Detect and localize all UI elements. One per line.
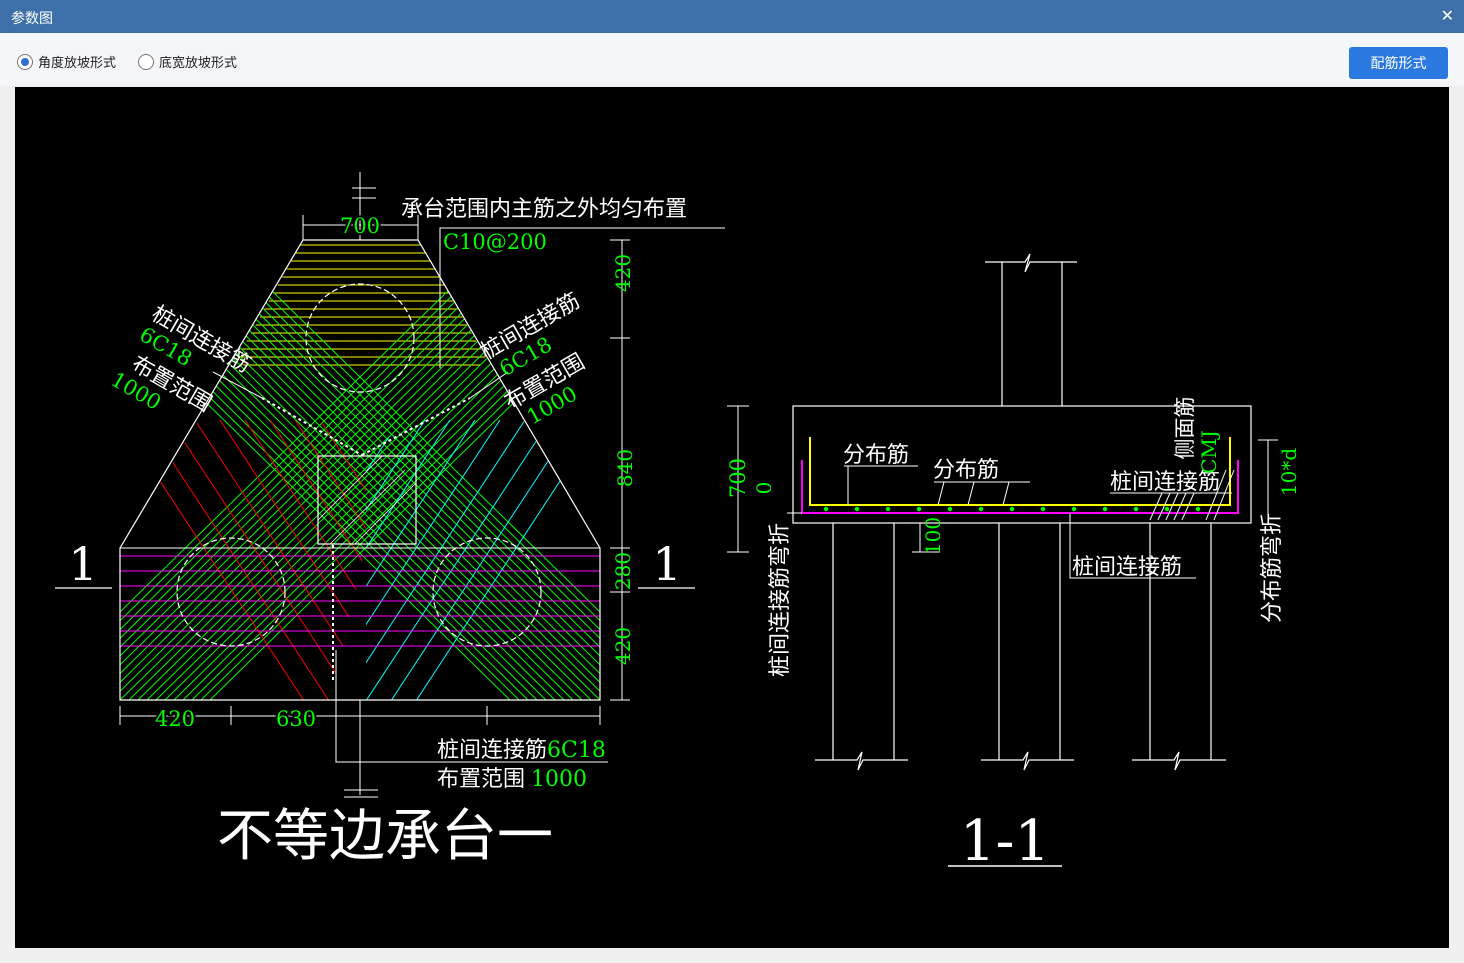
dist-bar-label-1: 分布筋 xyxy=(843,443,909,468)
side-bar-label: 侧面筋 xyxy=(1173,397,1197,460)
drawing-canvas: 1 1 700 420 840 280 420 420 630 承台范围内主筋之… xyxy=(15,87,1449,948)
dim-top: 700 xyxy=(340,214,380,238)
left-range-label: 布置范围 1000 xyxy=(107,352,216,418)
dim-bottom-2: 630 xyxy=(276,707,316,731)
dim-right-4: 420 xyxy=(611,627,635,665)
section-height: 700 xyxy=(726,458,750,498)
top-yellow-rebar xyxy=(236,244,487,366)
bottom-range-label: 布置范围 1000 xyxy=(437,767,587,792)
radio-unselected-icon xyxy=(138,53,154,70)
radio-slope-angle-label: 角度放坡形式 xyxy=(38,56,117,71)
bottom-border xyxy=(0,948,1464,963)
rebar-form-button[interactable]: 配筋形式 xyxy=(1349,47,1448,79)
magenta-rebar xyxy=(120,555,600,647)
bottom-pile-bar-label: 桩间连接筋6C18 xyxy=(437,738,606,763)
plan-view: 1 1 700 420 840 280 420 420 630 承台范围内主筋之… xyxy=(55,172,725,869)
section-mark-right: 1 xyxy=(652,537,681,591)
dist-bar-label-2: 分布筋 xyxy=(933,458,999,483)
title-bar: 参数图 ✕ xyxy=(0,0,1464,33)
right-vertical-label: 分布筋弯折 xyxy=(1260,513,1285,623)
radio-slope-width[interactable]: 底宽放坡形式 xyxy=(138,52,237,71)
top-note: 承台范围内主筋之外均匀布置 xyxy=(401,197,687,222)
radio-slope-width-label: 底宽放坡形式 xyxy=(159,56,238,71)
dim-bottom-1: 420 xyxy=(155,707,195,731)
left-vertical-label: 桩间连接筋弯折 xyxy=(768,523,793,677)
section-mark-left: 1 xyxy=(68,537,97,591)
dim-right-1: 420 xyxy=(611,254,635,292)
section-cover: 0 xyxy=(752,482,776,495)
radio-selected-icon xyxy=(17,53,33,70)
top-spacing: C10@200 xyxy=(443,230,547,254)
dim-right-2: 840 xyxy=(613,449,637,487)
section-view: 700 0 100 10*d 分布筋 分布筋 桩间连接筋 桩间连接筋 侧面筋 C… xyxy=(726,253,1301,874)
bend-length: 10*d xyxy=(1277,448,1301,496)
side-bar-code: CMJ xyxy=(1197,430,1221,474)
close-icon[interactable]: ✕ xyxy=(1441,6,1454,25)
dim-right-3: 280 xyxy=(611,552,635,590)
plan-title: 不等边承台一 xyxy=(217,804,553,869)
section-title: 1-1 xyxy=(960,809,1050,874)
window-title: 参数图 xyxy=(11,11,53,27)
toolbar: 角度放坡形式 底宽放坡形式 配筋形式 xyxy=(0,33,1464,86)
radio-slope-angle[interactable]: 角度放坡形式 xyxy=(17,52,116,71)
pile-bar-label-bottom: 桩间连接筋 xyxy=(1072,555,1182,580)
drawing-svg: 1 1 700 420 840 280 420 420 630 承台范围内主筋之… xyxy=(55,172,1301,874)
section-cover-bottom: 100 xyxy=(921,517,945,555)
